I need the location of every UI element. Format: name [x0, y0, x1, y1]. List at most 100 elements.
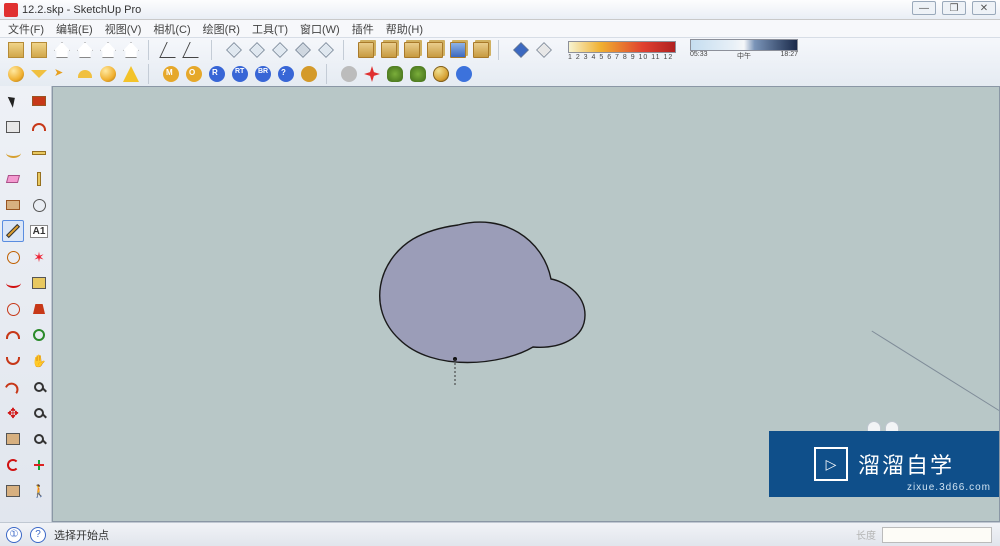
- options-o-button[interactable]: O: [184, 64, 204, 84]
- zoom-extents-tool[interactable]: [28, 402, 50, 424]
- paint-tool[interactable]: [28, 298, 50, 320]
- toolbar-row-2: ➤ M O R RT BR ?: [0, 62, 1000, 86]
- style-1-button[interactable]: [161, 40, 181, 60]
- color-gradient-widget[interactable]: 1 2 3 4 5 6 7 8 9 10 11 12: [568, 41, 676, 60]
- move-tool[interactable]: ✥: [2, 402, 24, 424]
- rt-badge-icon: RT: [232, 66, 248, 82]
- line-tool[interactable]: [2, 220, 24, 242]
- select-tool[interactable]: [2, 90, 24, 112]
- top-view-button[interactable]: [75, 40, 95, 60]
- burst-tool-button[interactable]: [362, 64, 382, 84]
- menu-tools[interactable]: 工具(T): [252, 21, 288, 37]
- measurement-input[interactable]: [882, 527, 992, 543]
- left-toolbar: ✥ A1 ✶ ✋ 🚶: [0, 86, 52, 522]
- polygon-tool[interactable]: [2, 298, 24, 320]
- block-icon: [32, 277, 46, 289]
- batch-br-button[interactable]: BR: [253, 64, 273, 84]
- hand-icon: ✋: [32, 354, 47, 368]
- sphere2-tool-button[interactable]: [98, 64, 118, 84]
- display-hidden-button[interactable]: [247, 40, 267, 60]
- arc2-tool[interactable]: [2, 350, 24, 372]
- drawn-shape: [363, 217, 593, 387]
- rotate-tool[interactable]: [2, 454, 24, 476]
- menu-file[interactable]: 文件(F): [8, 21, 44, 37]
- layers-1-button[interactable]: [356, 40, 376, 60]
- display-wire-button[interactable]: [224, 40, 244, 60]
- menu-edit[interactable]: 编辑(E): [56, 21, 93, 37]
- iso-view-button[interactable]: [52, 40, 72, 60]
- walk-tool[interactable]: 🚶: [28, 480, 50, 502]
- render-r-button[interactable]: R: [207, 64, 227, 84]
- layers-6-button[interactable]: [471, 40, 491, 60]
- freehand-tool[interactable]: [2, 272, 24, 294]
- open-button[interactable]: [29, 40, 49, 60]
- render-rt-button[interactable]: RT: [230, 64, 250, 84]
- arrow-tool-button[interactable]: ➤: [52, 64, 72, 84]
- display-shaded-button[interactable]: [270, 40, 290, 60]
- dome-tool-button[interactable]: [75, 64, 95, 84]
- status-help-button[interactable]: ?: [30, 527, 46, 543]
- fog-toggle-button[interactable]: [534, 40, 554, 60]
- side-view-button[interactable]: [121, 40, 141, 60]
- protractor-tool[interactable]: [28, 194, 50, 216]
- scale-tool[interactable]: [28, 90, 50, 112]
- zoom-tool[interactable]: [28, 376, 50, 398]
- menu-plugins[interactable]: 插件: [352, 21, 374, 37]
- maximize-button[interactable]: ❐: [942, 1, 966, 15]
- menu-window[interactable]: 窗口(W): [300, 21, 340, 37]
- component-tool[interactable]: [2, 116, 24, 138]
- section-tool[interactable]: [28, 454, 50, 476]
- layers-2-button[interactable]: [379, 40, 399, 60]
- arc-tool[interactable]: [2, 324, 24, 346]
- dimension-tool[interactable]: [28, 168, 50, 190]
- menu-help[interactable]: 帮助(H): [386, 21, 423, 37]
- display-shaded-tex-button[interactable]: [293, 40, 313, 60]
- tree-2-button[interactable]: [408, 64, 428, 84]
- close-button[interactable]: ✕: [972, 1, 996, 15]
- stack-icon: [427, 42, 443, 58]
- plane-tool-button[interactable]: [29, 64, 49, 84]
- work-area: ✥ A1 ✶ ✋ 🚶 ▷: [0, 86, 1000, 522]
- globe-button[interactable]: [431, 64, 451, 84]
- offset-tool[interactable]: [28, 116, 50, 138]
- axes-tool[interactable]: ✶: [28, 246, 50, 268]
- help-q-button[interactable]: ?: [276, 64, 296, 84]
- time-of-day-widget[interactable]: 05:33 中午 18:27: [690, 39, 798, 61]
- toolbar-separator: [326, 64, 332, 84]
- tree-1-button[interactable]: [385, 64, 405, 84]
- pan-tool[interactable]: ✋: [28, 350, 50, 372]
- viewport[interactable]: ▷ 溜溜自学 zixue.3d66.com: [52, 86, 1000, 522]
- arc3-tool[interactable]: [2, 376, 24, 398]
- ies-tool-button[interactable]: [121, 64, 141, 84]
- display-mono-button[interactable]: [316, 40, 336, 60]
- settings-gear-button[interactable]: [299, 64, 319, 84]
- pause-button[interactable]: [454, 64, 474, 84]
- pushpull-tool[interactable]: [2, 428, 24, 450]
- diamond-icon: [249, 42, 265, 58]
- layers-5-button[interactable]: [448, 40, 468, 60]
- menu-view[interactable]: 视图(V): [105, 21, 142, 37]
- menu-camera[interactable]: 相机(C): [153, 21, 190, 37]
- 3dtext-tool[interactable]: [28, 272, 50, 294]
- material-m-button[interactable]: M: [161, 64, 181, 84]
- circle-tool[interactable]: [2, 246, 24, 268]
- new-file-button[interactable]: [6, 40, 26, 60]
- grey-tool-button[interactable]: [339, 64, 359, 84]
- status-info-button[interactable]: ①: [6, 527, 22, 543]
- layers-4-button[interactable]: [425, 40, 445, 60]
- tape-tool[interactable]: [28, 142, 50, 164]
- front-view-button[interactable]: [98, 40, 118, 60]
- menu-draw[interactable]: 绘图(R): [203, 21, 240, 37]
- minimize-button[interactable]: —: [912, 1, 936, 15]
- rectangle-tool[interactable]: [2, 194, 24, 216]
- eraser-tool[interactable]: [2, 168, 24, 190]
- style-2-button[interactable]: [184, 40, 204, 60]
- followme-tool[interactable]: [2, 480, 24, 502]
- orbit-tool[interactable]: [28, 324, 50, 346]
- sphere-tool-button[interactable]: [6, 64, 26, 84]
- layers-3-button[interactable]: [402, 40, 422, 60]
- shadow-toggle-button[interactable]: [511, 40, 531, 60]
- lasso-tool[interactable]: [2, 142, 24, 164]
- zoom-window-tool[interactable]: [28, 428, 50, 450]
- text-tool[interactable]: A1: [28, 220, 50, 242]
